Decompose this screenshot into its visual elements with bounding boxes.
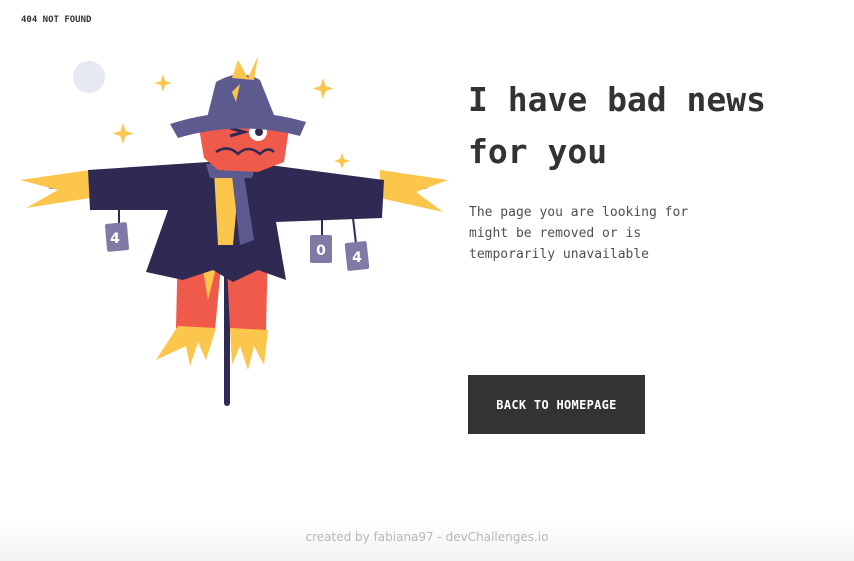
error-description: The page you are looking for might be re…	[469, 202, 729, 265]
svg-text:0: 0	[316, 243, 326, 259]
svg-text:4: 4	[352, 250, 362, 266]
page-status-label: 404 NOT FOUND	[21, 15, 92, 25]
footer: created by fabiana97 - devChallenges.io	[0, 520, 854, 561]
description-line-1: The page you are looking for	[469, 205, 689, 220]
page-headline: I have bad news for you	[468, 74, 828, 178]
headline-line-1: I have bad news	[468, 80, 767, 119]
scarecrow-illustration: 4 0 4	[20, 56, 448, 406]
description-line-2: might be removed or is	[469, 226, 642, 241]
moon-icon	[73, 61, 105, 93]
svg-text:4: 4	[110, 231, 120, 247]
headline-line-2: for you	[468, 132, 608, 171]
can-icon: 4	[104, 222, 130, 252]
can-icon: 0	[310, 235, 332, 263]
description-line-3: temporarily unavailable	[469, 247, 650, 262]
can-icon: 4	[344, 241, 370, 271]
back-to-homepage-button[interactable]: BACK TO HOMEPAGE	[468, 375, 645, 434]
footer-credit: created by fabiana97 - devChallenges.io	[305, 530, 549, 544]
